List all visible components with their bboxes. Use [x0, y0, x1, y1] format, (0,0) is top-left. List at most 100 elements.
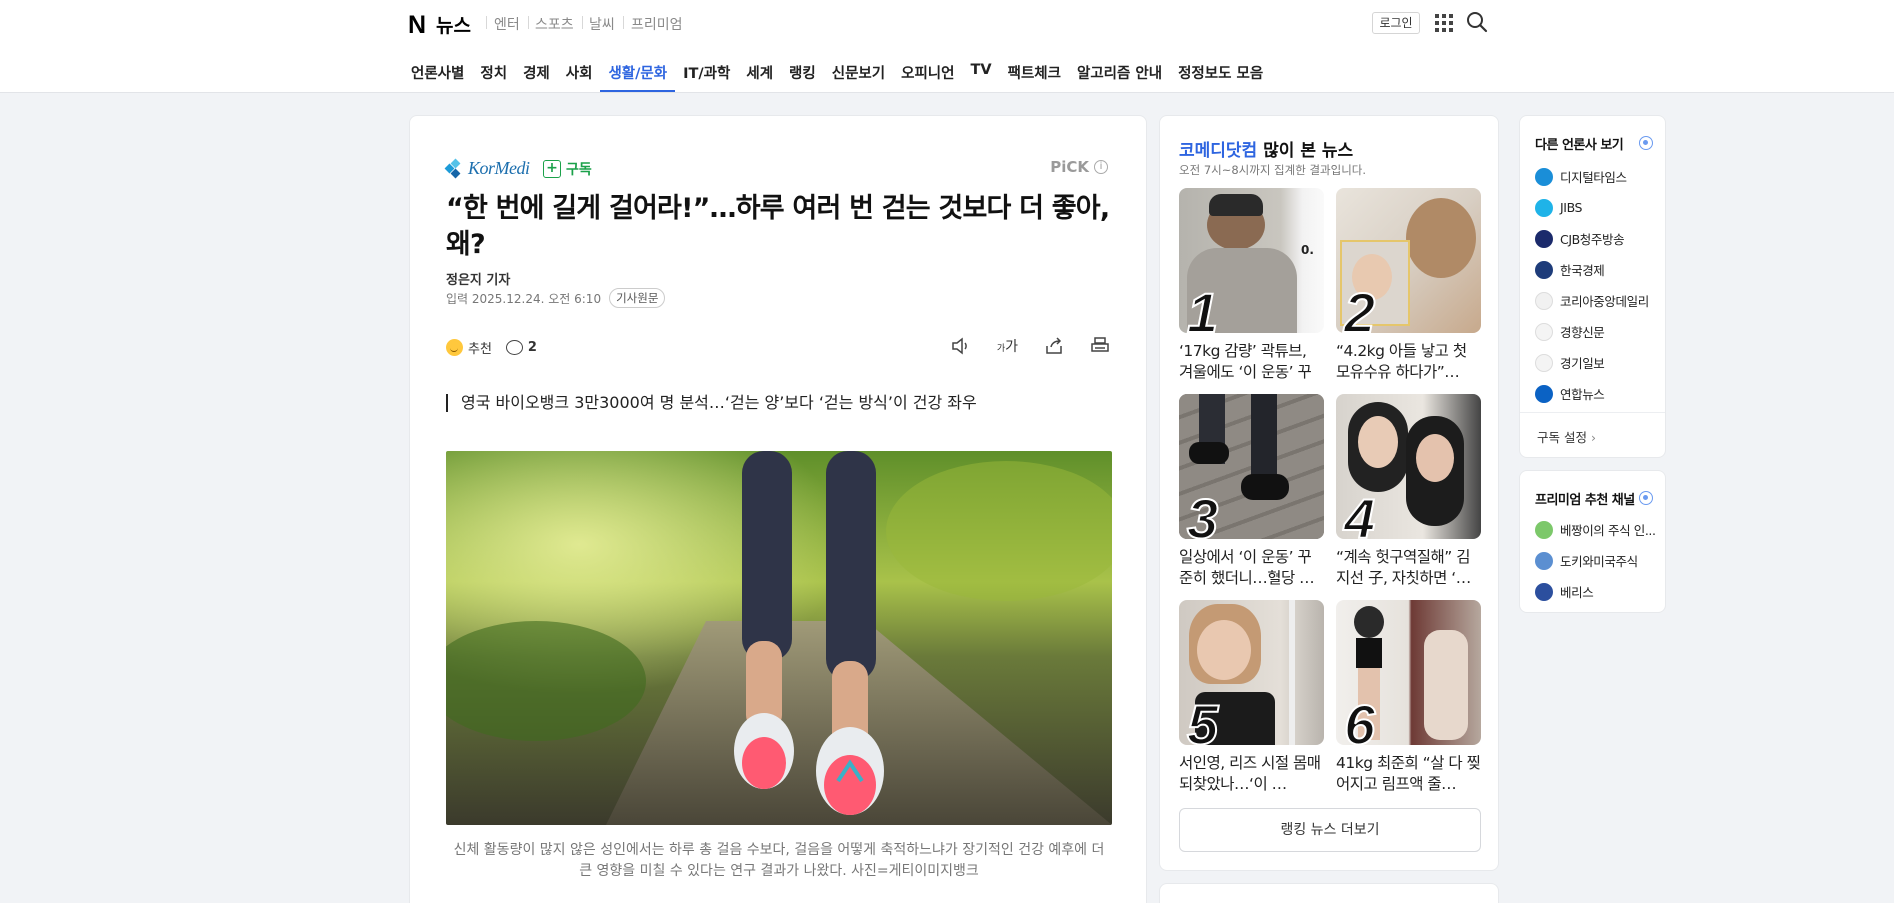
article-tools: 가가: [951, 336, 1110, 356]
reporter-name[interactable]: 정은지 기자: [446, 269, 510, 288]
press-item-label: 디지털타임스: [1560, 170, 1627, 185]
nav-item-factcheck[interactable]: 팩트체크: [1000, 54, 1069, 92]
ranking-thumbnail[interactable]: 0. 1: [1179, 188, 1324, 333]
nav-item-newspaper[interactable]: 신문보기: [824, 54, 893, 92]
ranking-item[interactable]: 4 “계속 헛구역질해” 김지선 子, 자칫하면 ‘…: [1336, 394, 1481, 600]
press-logo-icon: [1535, 384, 1553, 403]
press-item[interactable]: 코리아중앙데일리: [1535, 285, 1649, 316]
font-size-button[interactable]: 가가: [997, 336, 1018, 356]
original-article-button[interactable]: 기사원문: [609, 288, 666, 308]
press-logo-icon: [1535, 198, 1553, 217]
ranking-thumbnail[interactable]: 6: [1336, 600, 1481, 745]
ranking-title: 코메디닷컴 많이 본 뉴스: [1179, 136, 1353, 161]
ranking-more-button[interactable]: 랭킹 뉴스 더보기: [1179, 808, 1481, 852]
service-link-weather[interactable]: 날씨: [589, 14, 615, 34]
press-item[interactable]: 한국경제: [1535, 254, 1649, 285]
press-item[interactable]: CJB청주방송: [1535, 223, 1649, 254]
smile-icon: [446, 339, 463, 356]
like-button[interactable]: 추천: [446, 338, 492, 357]
divider: [528, 16, 529, 29]
comment-icon: [505, 340, 523, 355]
login-button[interactable]: 로그인: [1372, 12, 1420, 34]
service-link-sports[interactable]: 스포츠: [535, 14, 574, 34]
press-logo-icon: [1535, 322, 1553, 341]
other-press-list: 디지털타임스 JIBS CJB청주방송 한국경제 코리아중앙데일리 경향신문 경…: [1535, 161, 1649, 409]
premium-item-label: 베리스: [1560, 585, 1594, 600]
channel-avatar: [1535, 520, 1553, 539]
ranking-thumbnail[interactable]: 3: [1179, 394, 1324, 539]
print-icon[interactable]: [1090, 337, 1110, 355]
press-item[interactable]: 경향신문: [1535, 316, 1649, 347]
ranking-headline[interactable]: ‘17kg 감량’ 곽튜브, 겨울에도 ‘이 운동’ 꾸준히…: [1179, 341, 1324, 383]
subscription-settings-link[interactable]: 구독 설정 ›: [1537, 427, 1596, 446]
premium-item[interactable]: 베리스: [1535, 576, 1656, 607]
nav-item-society[interactable]: 사회: [558, 54, 601, 92]
rank-number: 4: [1343, 487, 1376, 540]
premium-item[interactable]: 베짱이의 주식 인...: [1535, 514, 1656, 545]
news-logo[interactable]: 뉴스: [436, 11, 471, 38]
nav-item-ranking[interactable]: 랭킹: [781, 54, 824, 92]
speaker-icon[interactable]: [951, 337, 971, 355]
press-name: KorMedi: [468, 158, 530, 178]
ranking-headline[interactable]: “4.2kg 아들 낳고 첫 모유수유 하다가”…: [1336, 341, 1481, 383]
rank-number: 3: [1186, 487, 1219, 540]
photo-caption: 신체 활동량이 많지 않은 성인에서는 하루 총 걸음 수보다, 걸음을 어떻게…: [453, 842, 1105, 879]
ranking-thumbnail[interactable]: 4: [1336, 394, 1481, 539]
reaction-bar: 추천 2: [446, 338, 537, 357]
other-press-title: 다른 언론사 보기: [1535, 138, 1624, 153]
nav-item-politics[interactable]: 정치: [472, 54, 515, 92]
subscribe-button[interactable]: + 구독: [543, 159, 592, 179]
press-logo[interactable]: KorMedi: [444, 158, 530, 179]
press-item[interactable]: 디지털타임스: [1535, 161, 1649, 192]
ranking-headline[interactable]: “계속 헛구역질해” 김지선 子, 자칫하면 ‘…: [1336, 547, 1481, 589]
nav-item-life-culture[interactable]: 생활/문화: [600, 54, 676, 92]
nav-item-economy[interactable]: 경제: [515, 54, 558, 92]
ranking-press-name[interactable]: 코메디닷컴: [1179, 141, 1257, 161]
refresh-icon[interactable]: [1639, 491, 1653, 505]
service-link-entertainment[interactable]: 엔터: [494, 14, 520, 34]
press-item[interactable]: 연합뉴스: [1535, 378, 1649, 409]
nav-item-world[interactable]: 세계: [738, 54, 781, 92]
refresh-icon[interactable]: [1639, 136, 1653, 150]
article-photo[interactable]: [446, 451, 1112, 825]
nav-item-algorithm[interactable]: 알고리즘 안내: [1069, 54, 1170, 92]
naver-logo[interactable]: N: [408, 11, 426, 40]
nav-item-tv[interactable]: TV: [962, 54, 999, 92]
press-item-label: 경향신문: [1560, 325, 1605, 340]
nav-item-opinion[interactable]: 오피니언: [893, 54, 962, 92]
press-item[interactable]: JIBS: [1535, 192, 1649, 223]
share-icon[interactable]: [1044, 337, 1064, 355]
ranking-headline[interactable]: 41kg 최준희 “살 다 찢어지고 림프액 줄…: [1336, 753, 1481, 795]
premium-item[interactable]: 도키와미국주식: [1535, 545, 1656, 576]
plus-icon: +: [543, 160, 561, 178]
info-icon[interactable]: i: [1094, 160, 1108, 174]
ranking-item[interactable]: 5 서인영, 리즈 시절 몸매 되찾았나…‘이 …: [1179, 600, 1324, 806]
press-logo-icon: [1535, 353, 1553, 372]
like-label: 추천: [468, 342, 492, 357]
main-nav: 언론사별 정치 경제 사회 생활/문화 IT/과학 세계 랭킹 신문보기 오피니…: [403, 54, 1271, 92]
ranking-card: 코메디닷컴 많이 본 뉴스 오전 7시~8시까지 집계한 결과입니다. 0. 1…: [1159, 115, 1499, 871]
press-item-label: 경기일보: [1560, 356, 1605, 371]
nav-item-press[interactable]: 언론사별: [403, 54, 472, 92]
press-item[interactable]: 경기일보: [1535, 347, 1649, 378]
ranking-thumbnail[interactable]: 5: [1179, 600, 1324, 745]
apps-grid-icon[interactable]: [1435, 14, 1453, 32]
press-item-label: 한국경제: [1560, 263, 1605, 278]
rank-number: 5: [1186, 693, 1219, 746]
pick-badge[interactable]: PiCK i: [1050, 158, 1108, 176]
service-link-premium[interactable]: 프리미엄: [631, 14, 683, 34]
ranking-item[interactable]: 3 일상에서 ‘이 운동’ 꾸준히 했더니…혈당 …: [1179, 394, 1324, 600]
ranking-headline[interactable]: 일상에서 ‘이 운동’ 꾸준히 했더니…혈당 …: [1179, 547, 1324, 589]
press-item-label: 연합뉴스: [1560, 387, 1605, 402]
ranking-item[interactable]: 6 41kg 최준희 “살 다 찢어지고 림프액 줄…: [1336, 600, 1481, 806]
comment-button[interactable]: 2: [505, 340, 537, 355]
search-icon[interactable]: [1466, 11, 1488, 33]
ranking-item[interactable]: 2 “4.2kg 아들 낳고 첫 모유수유 하다가”…: [1336, 188, 1481, 394]
nav-item-corrections[interactable]: 정정보도 모음: [1170, 54, 1271, 92]
ranking-item[interactable]: 0. 1 ‘17kg 감량’ 곽튜브, 겨울에도 ‘이 운동’ 꾸준히…: [1179, 188, 1324, 394]
nav-item-it-science[interactable]: IT/과학: [675, 54, 738, 92]
ranking-headline[interactable]: 서인영, 리즈 시절 몸매 되찾았나…‘이 …: [1179, 753, 1324, 795]
divider: [623, 16, 624, 29]
ranking-thumbnail[interactable]: 2: [1336, 188, 1481, 333]
rank-number: 1: [1186, 281, 1219, 334]
